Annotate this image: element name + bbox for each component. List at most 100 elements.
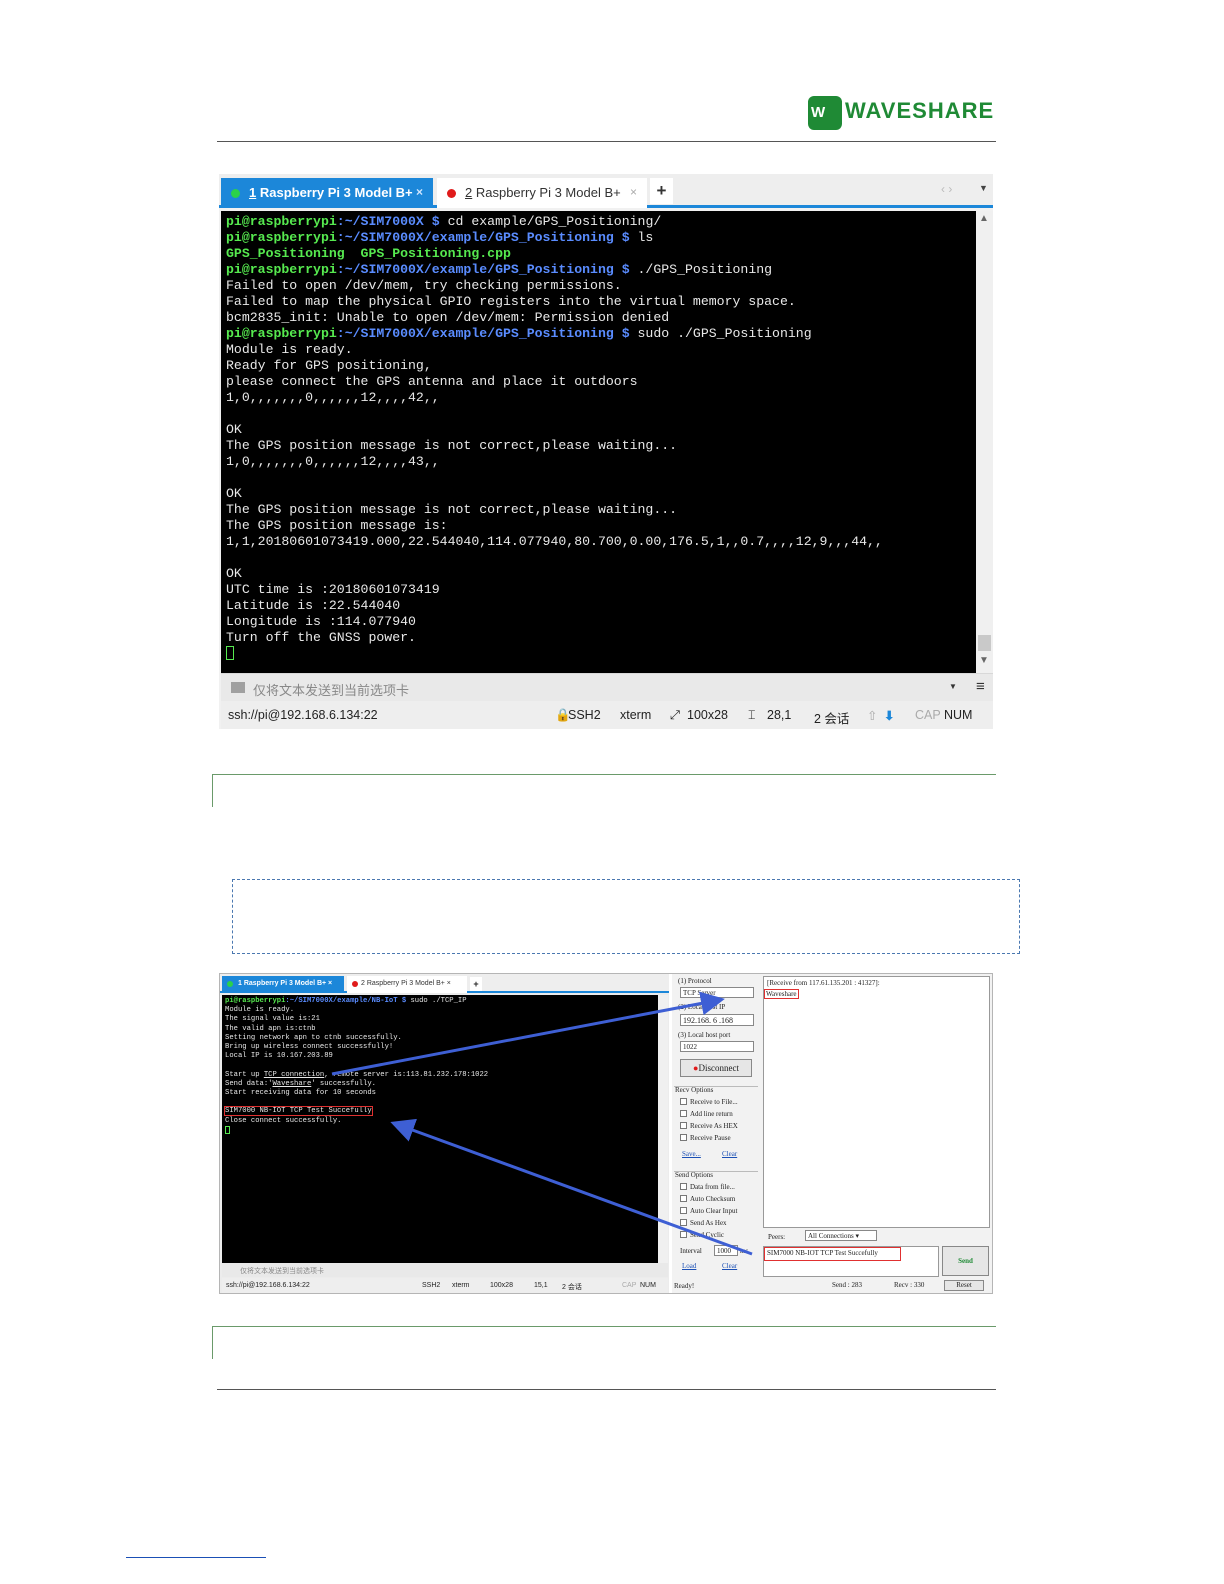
header-rule [217, 141, 996, 142]
peers-select[interactable]: All Connections ▾ [805, 1230, 877, 1241]
vertical-scrollbar[interactable] [658, 995, 668, 1263]
terminal-window-tcp: 1 Raspberry Pi 3 Model B+ × 2 Raspberry … [220, 974, 669, 1293]
port-field[interactable]: 1022 [680, 1041, 754, 1052]
send-hex-checkbox[interactable] [680, 1219, 687, 1226]
tab-session-2[interactable]: 2 Raspberry Pi 3 Model B+ × [437, 178, 647, 208]
host-ip-field[interactable]: 192.168. 6 .168 [680, 1014, 754, 1026]
status-num: NUM [944, 708, 973, 722]
status-bar: ssh://pi@192.168.6.134:22 SSH2 xterm 100… [222, 1278, 668, 1293]
recv-options-heading: Recv Options [675, 1086, 714, 1094]
clear-send-link[interactable]: Clear [722, 1262, 737, 1270]
status-size: 100x28 [490, 1282, 513, 1289]
resize-icon: ⤢ [670, 708, 681, 722]
status-sessions: 2 会话 [814, 712, 850, 726]
terminal-line: The GPS position message is: [226, 518, 448, 533]
terminal-output[interactable]: pi@raspberrypi:~/SIM7000X $ cd example/G… [221, 211, 976, 673]
send-cyclic-checkbox[interactable] [680, 1231, 687, 1238]
highlighted-result-line: SIM7000 NB-IOT TCP Test Succefully [224, 1106, 373, 1117]
status-cap: CAP [622, 1282, 637, 1289]
terminal-prompt-icon [231, 682, 245, 693]
scroll-down-icon[interactable]: ▼ [979, 655, 989, 666]
cursor-pos-icon: ⌶ [748, 708, 756, 722]
recv-count: Recv : 330 [894, 1281, 925, 1289]
section-heading-frame [212, 774, 996, 807]
add-tab-button[interactable]: + [470, 977, 482, 991]
add-line-return-label: Add line return [690, 1110, 733, 1118]
terminal-cursor [226, 646, 234, 660]
send-to-tab-input[interactable]: 仅将文本发送到当前选项卡 [253, 680, 409, 699]
terminal-line: The GPS position message is not correct,… [226, 438, 678, 453]
auto-checksum-label: Auto Checksum [690, 1195, 736, 1203]
receive-hex-checkbox[interactable] [680, 1122, 687, 1129]
terminal-line: Setting network apn to ctnb successfully… [225, 1033, 402, 1042]
tab-scroll-arrows-icon[interactable]: ‹ › [941, 182, 952, 196]
vertical-scrollbar[interactable]: ▲ ▼ [976, 211, 993, 673]
footer-link-underline[interactable] [126, 1557, 266, 1558]
terminal-line: 1,0,,,,,,,0,,,,,,12,,,,43,, [226, 454, 440, 469]
terminal-line: OK [226, 422, 242, 437]
note-box [232, 879, 1020, 954]
terminal-line: pi@raspberrypi:~/SIM7000X/example/NB-IoT… [225, 997, 467, 1005]
logo-wordmark: WAVESHARE [845, 98, 995, 123]
send-options-heading: Send Options [675, 1171, 713, 1179]
terminal-cursor [225, 1125, 230, 1134]
status-url: ssh://pi@192.168.6.134:22 [228, 708, 378, 722]
tab-menu-chevron-icon[interactable]: ▼ [979, 183, 988, 193]
receive-hex-label: Receive As HEX [690, 1122, 738, 1130]
clear-recv-link[interactable]: Clear [722, 1150, 737, 1158]
tab-bar: 1 Raspberry Pi 3 Model B+ × 2 Raspberry … [220, 974, 669, 993]
receive-pause-label: Receive Pause [690, 1134, 731, 1142]
auto-clear-input-checkbox[interactable] [680, 1207, 687, 1214]
close-tab-icon[interactable]: × [630, 185, 637, 199]
upload-arrow-icon: ⇧ [867, 709, 878, 723]
reset-button[interactable]: Reset [944, 1280, 984, 1291]
connected-dot-icon [227, 981, 233, 987]
receive-area[interactable]: [Receive from 117.61.135.201 : 41327]: W… [763, 976, 990, 1228]
auto-clear-input-label: Auto Clear Input [690, 1207, 738, 1215]
protocol-select[interactable]: TCP Server [680, 987, 754, 998]
tab-session-1[interactable]: 1 Raspberry Pi 3 Model B+ × [222, 976, 344, 993]
terminal-window-gps: 1 Raspberry Pi 3 Model B+ × 2 Raspberry … [219, 174, 993, 729]
terminal-line: GPS_Positioning GPS_Positioning.cpp [226, 246, 511, 261]
footer-rule [217, 1389, 996, 1390]
add-tab-button[interactable]: + [650, 178, 673, 204]
terminal-line: OK [226, 566, 242, 581]
hamburger-menu-icon[interactable]: ≡ [976, 678, 985, 695]
terminal-line: pi@raspberrypi:~/SIM7000X/example/GPS_Po… [226, 262, 773, 277]
terminal-line: Failed to open /dev/mem, try checking pe… [226, 278, 622, 293]
tab-bar: 1 Raspberry Pi 3 Model B+ × 2 Raspberry … [219, 174, 993, 208]
receive-pause-checkbox[interactable] [680, 1134, 687, 1141]
recv-header: [Receive from 117.61.135.201 : 41327]: [767, 979, 880, 987]
terminal-line: Module is ready. [225, 1006, 295, 1015]
section-heading-frame [212, 1326, 996, 1359]
auto-checksum-checkbox[interactable] [680, 1195, 687, 1202]
status-protocol: SSH2 [422, 1282, 441, 1289]
chevron-down-icon[interactable]: ▼ [949, 682, 957, 691]
interval-field[interactable]: 1000 [714, 1245, 738, 1256]
terminal-line: bcm2835_init: Unable to open /dev/mem: P… [226, 310, 670, 325]
data-from-file-checkbox[interactable] [680, 1183, 687, 1190]
load-link[interactable]: Load [682, 1262, 696, 1270]
scroll-up-icon[interactable]: ▲ [979, 213, 989, 224]
status-cursor: 15,1 [534, 1282, 548, 1289]
host-ip-label: (2) Local host IP [678, 1003, 726, 1011]
scroll-thumb[interactable] [978, 635, 991, 651]
send-hex-label: Send As Hex [690, 1219, 727, 1227]
add-line-return-checkbox[interactable] [680, 1110, 687, 1117]
terminal-output[interactable]: pi@raspberrypi:~/SIM7000X/example/NB-IoT… [222, 995, 658, 1263]
status-cursor: 28,1 [767, 708, 792, 722]
tab-session-1[interactable]: 1 Raspberry Pi 3 Model B+ × [221, 178, 433, 208]
close-tab-icon[interactable]: × [416, 185, 423, 199]
terminal-line: Module is ready. [226, 342, 353, 357]
terminal-line: 1,1,20180601073419.000,22.544040,114.077… [226, 534, 883, 549]
send-to-tab-bar[interactable]: 仅将文本发送到当前选项卡 ▼ ≡ [221, 673, 993, 701]
disconnect-button[interactable]: ●Disconnect [680, 1059, 752, 1077]
logo-mark-icon: W [808, 96, 842, 130]
send-to-tab-input[interactable]: 仅将文本发送到当前选项卡 [222, 1263, 668, 1277]
send-input[interactable]: SIM7000 NB-IOT TCP Test Succefully [763, 1246, 939, 1277]
tab-session-2[interactable]: 2 Raspberry Pi 3 Model B+ × [347, 976, 467, 993]
send-button[interactable]: Send [942, 1246, 989, 1276]
status-terminal-type: xterm [452, 1282, 470, 1289]
recv-to-file-checkbox[interactable] [680, 1098, 687, 1105]
save-link[interactable]: Save... [682, 1150, 701, 1158]
